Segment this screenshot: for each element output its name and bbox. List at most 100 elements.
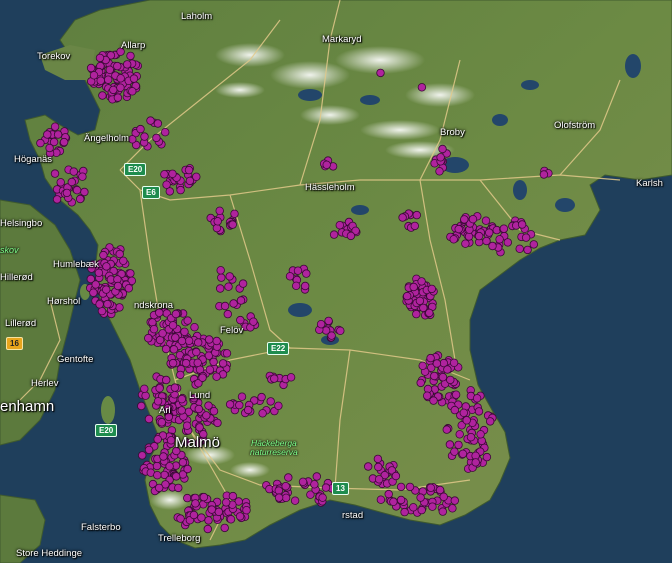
observation-marker[interactable] [460,215,469,224]
observation-marker[interactable] [236,296,246,305]
observation-marker[interactable] [322,160,331,169]
observation-marker[interactable] [495,235,504,244]
observation-marker[interactable] [136,124,145,134]
observation-marker[interactable] [116,74,125,83]
observation-marker[interactable] [99,250,108,260]
observation-marker[interactable] [517,220,527,229]
observation-marker[interactable] [115,303,124,312]
observation-marker[interactable] [409,282,418,292]
observation-marker[interactable] [417,83,427,92]
observation-marker[interactable] [316,320,326,329]
observation-marker[interactable] [235,512,245,521]
observation-marker[interactable] [454,224,463,234]
observation-marker[interactable] [364,462,373,471]
observation-marker[interactable] [176,185,185,195]
observation-marker[interactable] [124,284,133,293]
observation-marker[interactable] [105,65,114,74]
observation-marker[interactable] [89,288,98,297]
observation-marker[interactable] [482,236,491,246]
observation-marker[interactable] [482,452,492,462]
observation-marker[interactable] [435,167,444,176]
observation-marker[interactable] [474,407,484,416]
observation-marker[interactable] [146,116,155,125]
observation-marker[interactable] [182,421,192,430]
observation-marker[interactable] [95,53,105,63]
observation-marker[interactable] [36,138,45,148]
observation-marker[interactable] [438,373,448,382]
observation-marker[interactable] [389,497,398,506]
observation-marker[interactable] [423,391,432,400]
observation-marker[interactable] [405,482,415,492]
observation-marker[interactable] [69,167,78,176]
observation-marker[interactable] [450,405,459,415]
observation-marker[interactable] [129,74,139,83]
observation-marker[interactable] [284,473,293,482]
observation-marker[interactable] [115,249,124,259]
observation-marker[interactable] [177,395,186,404]
observation-marker[interactable] [91,280,100,289]
observation-marker[interactable] [176,370,185,380]
observation-marker[interactable] [144,414,154,424]
observation-marker[interactable] [207,505,216,514]
observation-marker[interactable] [242,506,251,515]
observation-marker[interactable] [429,396,438,405]
observation-marker[interactable] [165,462,174,471]
observation-marker[interactable] [141,391,150,400]
observation-marker[interactable] [376,495,386,504]
observation-marker[interactable] [177,336,187,346]
observation-marker[interactable] [450,447,459,456]
observation-marker[interactable] [472,394,482,403]
observation-marker[interactable] [113,281,123,291]
observation-marker[interactable] [249,317,258,326]
observation-marker[interactable] [450,496,459,505]
observation-marker[interactable] [214,507,223,517]
observation-marker[interactable] [212,336,221,346]
observation-marker[interactable] [75,194,85,204]
observation-marker[interactable] [396,482,406,492]
observation-marker[interactable] [391,471,401,481]
observation-marker[interactable] [195,423,204,432]
observation-marker[interactable] [158,329,167,338]
observation-marker[interactable] [199,492,209,502]
observation-marker[interactable] [116,83,125,92]
observation-marker[interactable] [168,358,178,368]
observation-marker[interactable] [153,397,163,406]
observation-marker[interactable] [499,224,509,233]
observation-marker[interactable] [193,338,203,347]
observation-marker[interactable] [155,384,164,393]
observation-marker[interactable] [281,482,290,491]
observation-marker[interactable] [237,392,247,401]
observation-marker[interactable] [374,462,383,472]
observation-marker[interactable] [189,510,199,520]
observation-marker[interactable] [184,165,194,175]
observation-marker[interactable] [113,93,123,102]
observation-marker[interactable] [226,515,236,524]
observation-marker[interactable] [274,493,284,502]
observation-marker[interactable] [197,513,206,522]
observation-marker[interactable] [192,347,201,357]
observation-marker[interactable] [221,498,231,507]
observation-marker[interactable] [225,400,235,409]
map-view[interactable]: Laholm Markaryd Torekov Allarp Ängelholm… [0,0,672,563]
observation-marker[interactable] [148,318,157,327]
observation-marker[interactable] [293,266,303,275]
observation-marker[interactable] [98,91,107,100]
observation-marker[interactable] [458,449,468,458]
observation-marker[interactable] [59,137,69,147]
observation-marker[interactable] [416,493,425,502]
observation-marker[interactable] [113,61,122,71]
observation-marker[interactable] [137,401,146,411]
observation-marker[interactable] [461,239,470,248]
observation-marker[interactable] [468,214,478,224]
observation-marker[interactable] [412,210,421,220]
observation-marker[interactable] [128,87,137,96]
observation-marker[interactable] [103,75,113,84]
observation-marker[interactable] [257,392,266,402]
observation-marker[interactable] [301,281,310,291]
observation-marker[interactable] [62,188,72,198]
observation-marker[interactable] [400,507,409,517]
observation-marker[interactable] [335,220,344,230]
observation-marker[interactable] [445,440,455,449]
observation-marker[interactable] [152,133,161,143]
observation-marker[interactable] [266,397,275,406]
